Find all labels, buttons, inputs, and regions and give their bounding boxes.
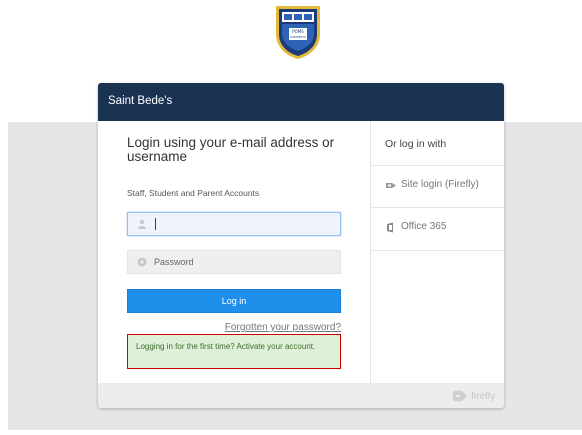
card-footer: firefly [98,383,504,408]
alternative-logins: Or log in with Site login (Firefly) Offi… [370,121,504,383]
firefly-login-option[interactable]: Site login (Firefly) [371,165,504,208]
password-field[interactable] [127,250,341,274]
firefly-login-label: Site login (Firefly) [401,179,479,190]
login-heading: Login using your e-mail address or usern… [127,135,335,164]
activate-account-link[interactable]: Logging in for the first time? Activate … [136,342,336,352]
key-icon [137,257,147,267]
office-icon [387,222,393,233]
firefly-brand: firefly [452,389,495,403]
office365-login-option[interactable]: Office 365 [371,207,504,251]
card-header: Saint Bede's [98,83,504,121]
alternative-logins-title: Or log in with [385,138,447,150]
account-types-label: Staff, Student and Parent Accounts [127,188,260,198]
school-name: Saint Bede's [108,95,173,107]
login-card: Saint Bede's Login using your e-mail add… [98,83,504,408]
firefly-logo-icon [453,390,468,402]
login-form: Login using your e-mail address or usern… [98,121,370,383]
crest-text-1: POMS [292,29,304,34]
password-input[interactable] [154,255,324,269]
user-icon [138,219,146,229]
login-button[interactable]: Log in [127,289,341,313]
firefly-brand-name: firefly [471,390,495,402]
crest-text-2: SAPIENTIA [290,35,307,39]
activate-account-notice[interactable]: Logging in for the first time? Activate … [127,334,341,369]
school-crest-icon: POMS SAPIENTIA [276,6,320,59]
office365-login-label: Office 365 [401,221,447,232]
forgot-password-link[interactable]: Forgotten your password? [225,322,341,333]
username-field[interactable] [127,212,341,236]
username-input[interactable] [154,217,324,231]
firefly-icon [386,183,396,188]
